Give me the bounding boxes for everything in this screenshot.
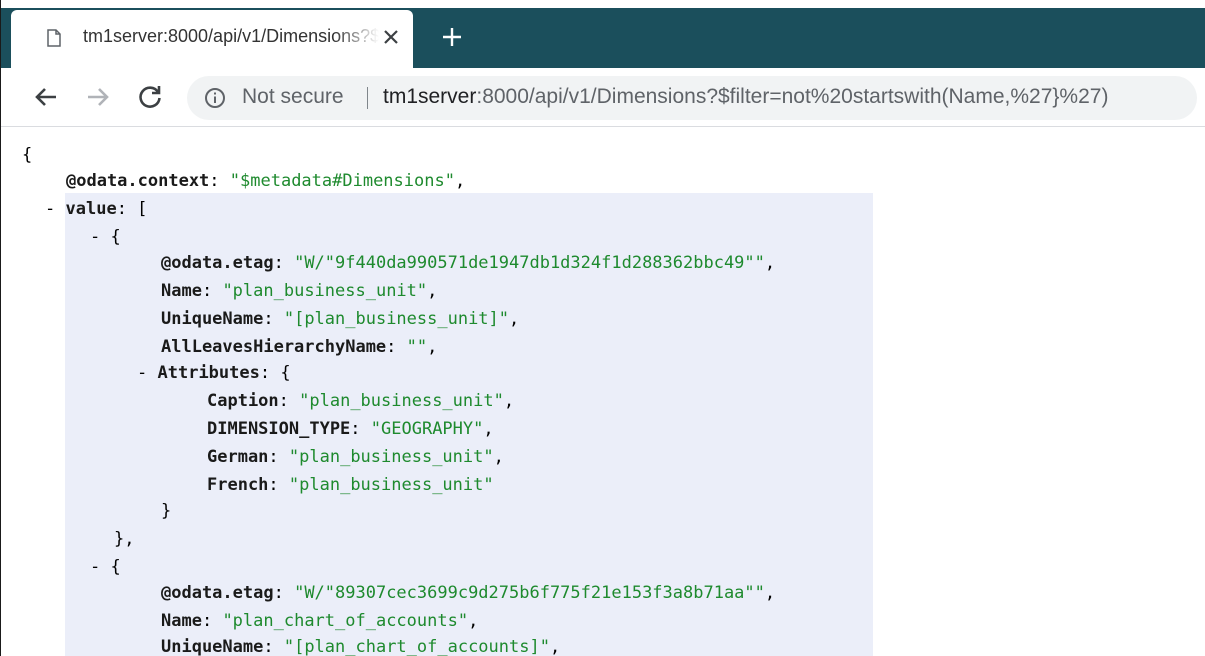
browser-toolbar: Not secure tm1server:8000/api/v1/Dimensi… <box>1 68 1205 127</box>
plus-icon[interactable] <box>441 26 463 48</box>
url-host: tm1server <box>383 85 477 108</box>
json-line: German: "plan_business_unit", <box>207 447 504 467</box>
collapse-toggle[interactable]: - <box>90 227 100 247</box>
json-line: { <box>22 145 33 165</box>
json-line: Caption: "plan_business_unit", <box>207 391 515 411</box>
collapse-toggle[interactable]: - <box>90 557 100 577</box>
back-arrow-icon[interactable] <box>31 82 61 112</box>
json-line: - { <box>90 557 121 577</box>
json-line: Name: "plan_chart_of_accounts", <box>161 611 479 631</box>
browser-window: tm1server:8000/api/v1/Dimensions?$filter… <box>0 0 1205 656</box>
info-icon[interactable] <box>204 87 226 109</box>
json-line: Name: "plan_business_unit", <box>161 281 438 301</box>
json-line: - Attributes: { <box>137 363 291 383</box>
json-line: @odata.etag: "W/"9f440da990571de1947db1d… <box>161 253 776 273</box>
collapse-toggle[interactable]: - <box>137 363 147 383</box>
json-line: @odata.etag: "W/"89307cec3699c9d275b6f77… <box>161 583 776 603</box>
address-separator <box>367 87 368 109</box>
json-line: AllLeavesHierarchyName: "", <box>161 337 438 357</box>
json-line: - { <box>90 227 121 247</box>
browser-tab-active[interactable]: tm1server:8000/api/v1/Dimensions?$filter… <box>11 10 413 68</box>
json-line: French: "plan_business_unit" <box>207 475 494 495</box>
json-viewer: { @odata.context: "$metadata#Dimensions"… <box>1 127 1205 656</box>
url-path: :8000/api/v1/Dimensions?$filter=not%20st… <box>476 85 1109 108</box>
forward-arrow-icon[interactable] <box>83 82 113 112</box>
window-top-edge <box>1 0 1205 8</box>
json-line: }, <box>114 529 135 549</box>
json-line: } <box>161 501 172 521</box>
json-line: UniqueName: "[plan_chart_of_accounts]", <box>161 637 561 656</box>
json-line: UniqueName: "[plan_business_unit]", <box>161 309 520 329</box>
json-line: DIMENSION_TYPE: "GEOGRAPHY", <box>207 419 494 439</box>
json-line: @odata.context: "$metadata#Dimensions", <box>66 171 466 191</box>
security-status[interactable]: Not secure <box>242 85 344 109</box>
collapse-toggle[interactable]: - <box>45 199 55 219</box>
url-text[interactable]: tm1server:8000/api/v1/Dimensions?$filter… <box>383 85 1108 109</box>
address-bar[interactable]: Not secure tm1server:8000/api/v1/Dimensi… <box>187 76 1197 120</box>
tab-title: tm1server:8000/api/v1/Dimensions?$filter… <box>83 26 379 46</box>
document-icon <box>47 29 61 47</box>
close-icon[interactable] <box>381 27 401 47</box>
reload-icon[interactable] <box>135 82 165 112</box>
json-line: - value: [ <box>45 199 148 219</box>
